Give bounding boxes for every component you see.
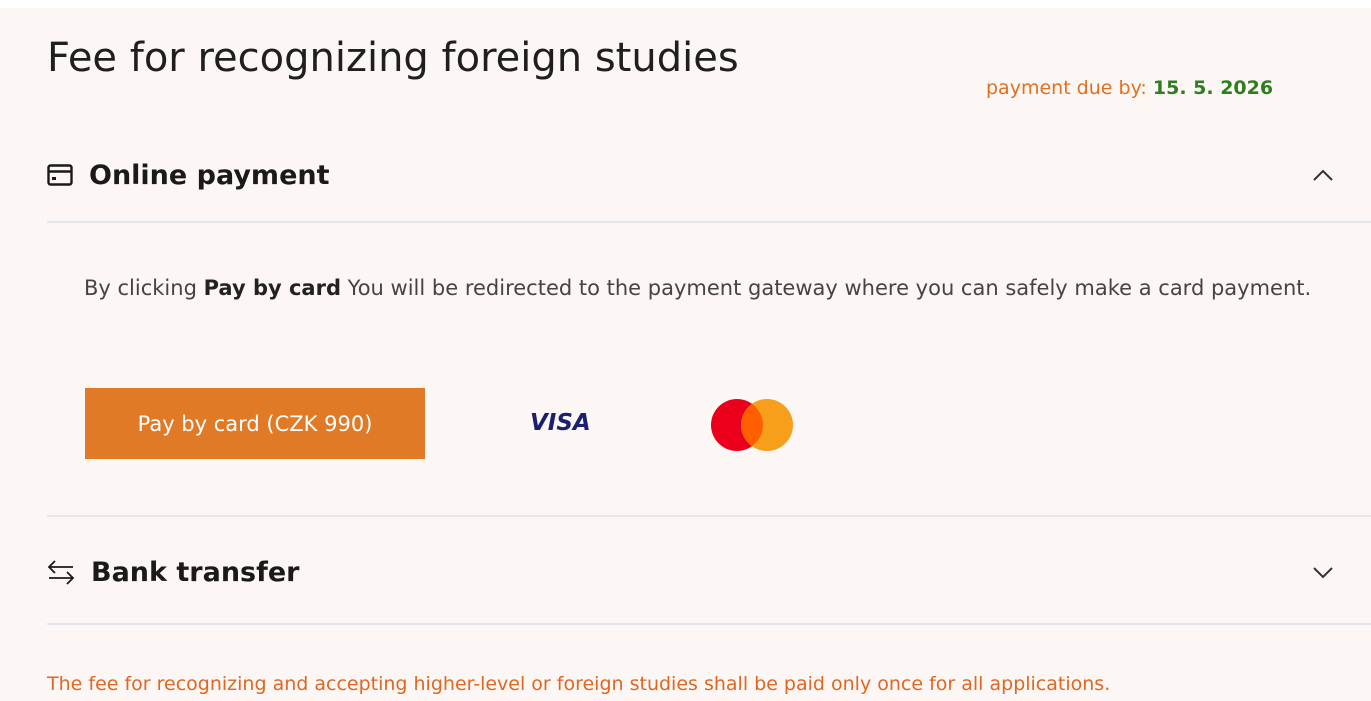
bank-transfer-header[interactable]: Bank transfer <box>47 552 1337 592</box>
online-payment-label: Online payment <box>89 159 330 191</box>
mastercard-logo <box>711 399 793 451</box>
online-payment-header[interactable]: Online payment <box>47 155 1337 195</box>
payment-due-label: payment due by: <box>986 77 1153 99</box>
online-payment-description: By clicking Pay by card You will be redi… <box>84 270 1334 307</box>
desc-text-end: You will be redirected to the payment ga… <box>341 276 1312 300</box>
section-divider <box>47 221 1371 223</box>
payment-due-date: 15. 5. 2026 <box>1152 77 1274 99</box>
desc-text-start: By clicking <box>84 276 204 300</box>
chevron-down-icon[interactable] <box>1309 558 1337 586</box>
credit-card-icon <box>47 164 73 186</box>
payment-due: payment due by: 15. 5. 2026 <box>986 77 1273 99</box>
page-title: Fee for recognizing foreign studies <box>47 35 739 81</box>
transfer-arrows-icon <box>47 560 75 585</box>
bank-transfer-label: Bank transfer <box>91 556 300 588</box>
section-divider <box>47 623 1371 625</box>
payment-panel: Fee for recognizing foreign studies paym… <box>0 8 1371 701</box>
desc-text-bold: Pay by card <box>203 276 341 300</box>
fee-note: The fee for recognizing and accepting hi… <box>47 673 1111 695</box>
pay-by-card-button[interactable]: Pay by card (CZK 990) <box>85 388 425 459</box>
visa-logo: VISA <box>530 410 591 436</box>
section-divider <box>47 515 1371 517</box>
chevron-up-icon[interactable] <box>1309 161 1337 189</box>
